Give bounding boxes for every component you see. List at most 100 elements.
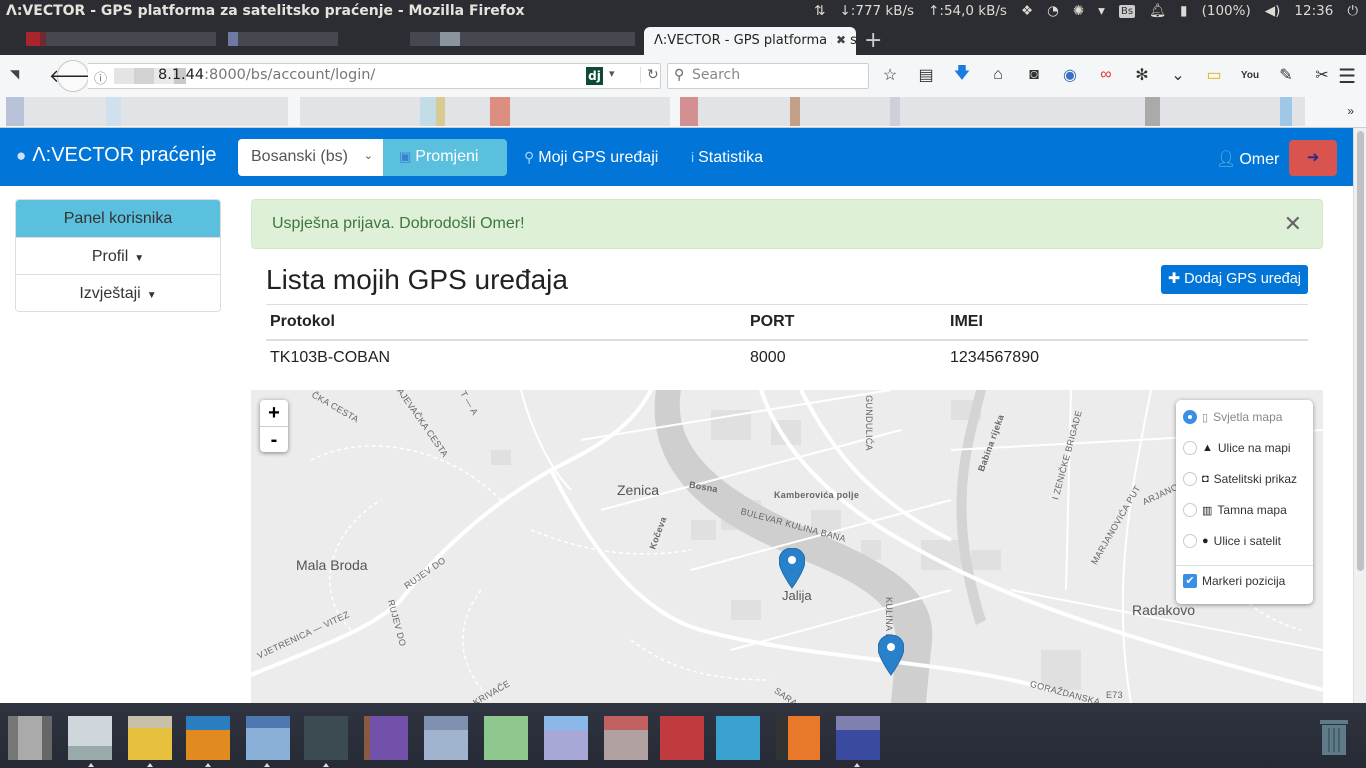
bookmark-blurred[interactable] xyxy=(680,97,1305,126)
dock-app-icon[interactable] xyxy=(484,716,528,760)
dock-app-icon[interactable] xyxy=(8,716,52,760)
keyboard-layout-icon[interactable]: Bs xyxy=(1118,4,1136,18)
dock-app-icon[interactable] xyxy=(836,716,880,760)
user-profile-link[interactable]: 👤︎ Omer xyxy=(1216,149,1279,169)
dock-app-icon[interactable] xyxy=(364,716,408,760)
info-icon[interactable]: ⓘ xyxy=(94,68,107,87)
sidebar-item-profile[interactable]: Profil ▼ xyxy=(16,237,220,274)
tab-blurred[interactable] xyxy=(228,32,338,46)
dock-app-icon[interactable] xyxy=(186,716,230,760)
back-button[interactable]: 🡐 xyxy=(49,60,97,92)
running-indicator xyxy=(205,763,211,767)
close-tab-icon[interactable]: ✖ xyxy=(831,33,846,47)
map-view[interactable]: Zenica Mala Broda Jalija Radakovo ZMAJEV… xyxy=(251,390,1323,703)
wifi-icon[interactable]: ▾ xyxy=(1098,3,1105,19)
radio[interactable] xyxy=(1183,441,1197,455)
home-icon[interactable]: ⌂ xyxy=(986,64,1010,86)
tab-blurred[interactable] xyxy=(410,32,635,46)
addon-rings-icon[interactable]: ∞ xyxy=(1094,64,1118,86)
dock-app-icon[interactable] xyxy=(776,716,820,760)
gps-marker[interactable] xyxy=(779,548,805,590)
downloads-icon[interactable]: 🡇 xyxy=(950,64,974,86)
reading-list-icon[interactable]: ▤ xyxy=(914,64,938,86)
change-language-button[interactable]: ▣ Promjeni xyxy=(383,139,507,176)
checkbox-checked[interactable]: ✔ xyxy=(1183,574,1197,588)
pocket-icon[interactable]: ◙ xyxy=(1022,64,1046,86)
overlay-option-markers[interactable]: ✔ Markeri pozicija xyxy=(1183,574,1285,588)
dock-app-icon[interactable] xyxy=(128,716,172,760)
gps-marker[interactable] xyxy=(878,635,904,677)
nav-link-statistics[interactable]: i Statistika xyxy=(691,149,763,167)
dock-app-icon[interactable] xyxy=(544,716,588,760)
clock[interactable]: 12:36 xyxy=(1294,3,1333,19)
language-select[interactable]: Bosanski (bs) ⌄ xyxy=(238,139,383,176)
table-header-row: Protokol PORT IMEI xyxy=(266,304,1308,341)
dock-app-icon[interactable] xyxy=(246,716,290,760)
url-bar[interactable]: ⓘ 8.1.44:8000/bs/account/login/ dj ▾ ↻ xyxy=(88,63,661,89)
new-tab-button[interactable]: + xyxy=(864,28,882,53)
divider xyxy=(1176,565,1313,566)
more-bookmarks-icon[interactable]: » xyxy=(1347,104,1354,118)
screenshot-icon[interactable]: ✂ xyxy=(1310,64,1334,86)
layer-option-satellite[interactable]: ◘ Satelitski prikaz xyxy=(1183,472,1297,486)
dock-app-icon[interactable] xyxy=(424,716,468,760)
volume-icon[interactable]: ◀︎) xyxy=(1265,3,1281,19)
eyedropper-icon[interactable]: ✎ xyxy=(1274,64,1298,86)
django-extension-icon[interactable]: dj xyxy=(586,67,603,85)
network-transfer-icon[interactable]: ⇅ xyxy=(814,3,825,19)
layer-control: ▯ Svjetla mapa ▲ Ulice na mapi ◘ Satelit… xyxy=(1176,400,1313,604)
add-gps-device-button[interactable]: ✚ Dodaj GPS uređaj xyxy=(1161,265,1308,294)
map-marker-icon: ⚲ xyxy=(524,149,535,165)
zoom-out-button[interactable]: - xyxy=(260,426,288,452)
close-icon[interactable]: ✕ xyxy=(1284,212,1302,237)
dock-app-icon[interactable] xyxy=(660,716,704,760)
brand-text: Λ:VECTOR praćenje xyxy=(32,144,217,166)
bookmark-blurred[interactable] xyxy=(300,97,670,126)
dock-app-icon[interactable] xyxy=(716,716,760,760)
sidebar-item-reports[interactable]: Izvještaji ▼ xyxy=(16,274,220,311)
tab-blurred[interactable] xyxy=(26,32,216,46)
logout-button[interactable]: ➜ xyxy=(1289,140,1337,176)
pocket-chevron-icon[interactable]: ⌄ xyxy=(1166,64,1190,86)
dock-app-icon[interactable] xyxy=(68,716,112,760)
cell-imei: 1234567890 xyxy=(950,349,1039,366)
net-down-speed: ↓:777 kB/s xyxy=(839,3,915,19)
vpn-globe-icon[interactable]: ◉ xyxy=(1058,64,1082,86)
layer-option-streets[interactable]: ▲ Ulice na mapi xyxy=(1183,441,1291,455)
bookmark-star-icon[interactable]: ☆ xyxy=(878,64,902,86)
chevron-down-icon[interactable]: ▾ xyxy=(609,67,615,80)
trash-icon[interactable] xyxy=(1318,716,1350,756)
nav-link-my-devices[interactable]: ⚲ Moji GPS uređaji xyxy=(524,149,658,167)
radio[interactable] xyxy=(1183,503,1197,517)
radio[interactable] xyxy=(1183,472,1197,486)
search-input[interactable]: ⚲ Search xyxy=(667,63,869,89)
scrollbar-thumb[interactable] xyxy=(1357,131,1364,571)
layer-option-dark[interactable]: ▥ Tamna mapa xyxy=(1183,503,1287,517)
dock-app-icon[interactable] xyxy=(304,716,348,760)
tab-active[interactable]: Λ:VECTOR - GPS platforma za satelitsko p… xyxy=(644,27,856,55)
table-row[interactable]: TK103B-COBAN 8000 1234567890 xyxy=(266,340,1308,376)
battery-icon[interactable]: ▮ xyxy=(1180,3,1187,19)
pinwheel-icon[interactable]: ✺ xyxy=(1073,3,1084,19)
zoom-in-button[interactable]: + xyxy=(260,400,288,426)
bug-icon[interactable]: ✻ xyxy=(1130,64,1154,86)
reload-icon[interactable]: ↻ xyxy=(640,67,659,83)
clock-app-icon[interactable]: ◔ xyxy=(1047,3,1059,19)
layer-option-hybrid[interactable]: ● Ulice i satelit xyxy=(1183,534,1281,548)
rss-icon[interactable]: ◥ xyxy=(10,67,19,81)
alert-message: Uspješna prijava. Dobrodošli Omer! xyxy=(272,215,525,232)
notification-bell-icon[interactable]: 🔔︎ xyxy=(1149,3,1166,19)
page-scrollbar[interactable] xyxy=(1353,128,1366,703)
radio-selected[interactable] xyxy=(1183,410,1197,424)
radio[interactable] xyxy=(1183,534,1197,548)
brand-link[interactable]: ● Λ:VECTOR praćenje xyxy=(16,144,216,167)
dock xyxy=(0,703,1366,768)
dropbox-icon[interactable]: ❖ xyxy=(1021,3,1033,19)
youtube-icon[interactable]: You xyxy=(1238,64,1262,86)
dock-app-icon[interactable] xyxy=(604,716,648,760)
ruler-icon[interactable]: ▭ xyxy=(1202,64,1226,86)
bookmark-blurred[interactable] xyxy=(6,97,288,126)
layer-option-light[interactable]: ▯ Svjetla mapa xyxy=(1183,410,1282,424)
power-icon[interactable]: ⏻ xyxy=(1347,3,1358,19)
menu-icon[interactable]: ☰ xyxy=(1338,64,1356,89)
